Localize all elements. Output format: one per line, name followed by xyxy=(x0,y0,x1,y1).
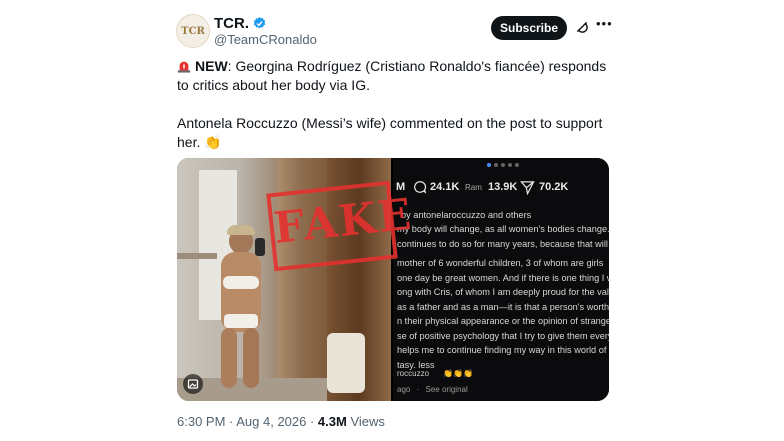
caption-line: as a father and as a man—it is that a pe… xyxy=(397,301,609,312)
subscribe-button[interactable]: Subscribe xyxy=(491,16,567,40)
time-ago: ago xyxy=(397,385,411,394)
caption-line: se of positive psychology that I try to … xyxy=(397,330,609,341)
comment-row: roccuzzo 👏👏👏 xyxy=(397,367,473,382)
share-count: 70.2K xyxy=(539,181,569,193)
siren-icon xyxy=(177,61,191,73)
alt-text-icon[interactable] xyxy=(183,374,203,394)
new-label: NEW xyxy=(195,58,228,74)
caption-line: continues to do so for many years, becau… xyxy=(397,238,609,249)
original-row: ago · See original xyxy=(397,385,468,394)
avatar-text: TCR xyxy=(181,25,205,37)
caption-line: n their physical appearance or the opini… xyxy=(397,316,609,326)
timestamp[interactable]: 6:30 PM · Aug 4, 2026 · xyxy=(177,414,318,429)
person-silhouette xyxy=(209,225,271,388)
instagram-screenshot[interactable]: M 24.1K Ram 13.9K 70.2K by antonelaroccu… xyxy=(393,158,609,401)
fake-stamp: FAKE xyxy=(266,180,415,272)
author-name-text: TCR. xyxy=(214,15,249,32)
tweet-paragraph-2: Antonela Roccuzzo (Messi’s wife) comment… xyxy=(177,114,617,152)
caption-line: my body will change, as all women's bodi… xyxy=(397,224,609,234)
comment-emoji: 👏👏👏 xyxy=(443,369,474,378)
clap-emoji: 👏 xyxy=(204,134,222,150)
liked-by-text: by antonelaroccuzzo and others xyxy=(401,210,532,220)
views-count: 4.3M xyxy=(317,414,347,429)
repost-count: 13.9K xyxy=(488,181,518,193)
tweet-paragraph-1: NEW: Georgina Rodríguez (Cristiano Ronal… xyxy=(177,57,617,95)
see-original-link[interactable]: See original xyxy=(426,385,468,394)
caption-line: helps me to continue finding my way in t… xyxy=(397,345,609,355)
more-options-icon[interactable]: ••• xyxy=(596,17,612,31)
avatar[interactable]: TCR xyxy=(176,14,210,48)
tweet-text: NEW: Georgina Rodríguez (Cristiano Ronal… xyxy=(177,57,617,152)
carousel-dots xyxy=(487,163,519,167)
caption-line: ong with Cris, of whom I am deeply proud… xyxy=(397,287,609,297)
tweet-metadata: 6:30 PM · Aug 4, 2026 · 4.3M Views xyxy=(177,414,385,429)
views-label: Views xyxy=(346,414,385,429)
tweet-line-2: Antonela Roccuzzo (Messi’s wife) comment… xyxy=(177,115,603,150)
author-name[interactable]: TCR. xyxy=(214,15,267,32)
caption-text: my body will change, as all women's bodi… xyxy=(397,222,609,372)
send-icon[interactable] xyxy=(520,180,535,195)
verified-badge-icon xyxy=(253,16,266,29)
comment-username[interactable]: roccuzzo xyxy=(397,369,429,378)
stats-row: M 24.1K Ram 13.9K 70.2K xyxy=(393,178,609,196)
grok-icon[interactable] xyxy=(574,19,590,35)
repost-prefix: Ram xyxy=(465,183,482,192)
caption-line: mother of 6 wonderful children, 3 of who… xyxy=(397,258,604,268)
comment-icon[interactable] xyxy=(413,180,427,194)
towel xyxy=(327,333,365,393)
tweet-line-1: : Georgina Rodríguez (Cristiano Ronaldo'… xyxy=(177,58,607,93)
comment-count: 24.1K xyxy=(430,181,460,193)
caption-line: one day be great women. And if there is … xyxy=(397,272,609,283)
author-handle[interactable]: @TeamCRonaldo xyxy=(214,32,317,47)
